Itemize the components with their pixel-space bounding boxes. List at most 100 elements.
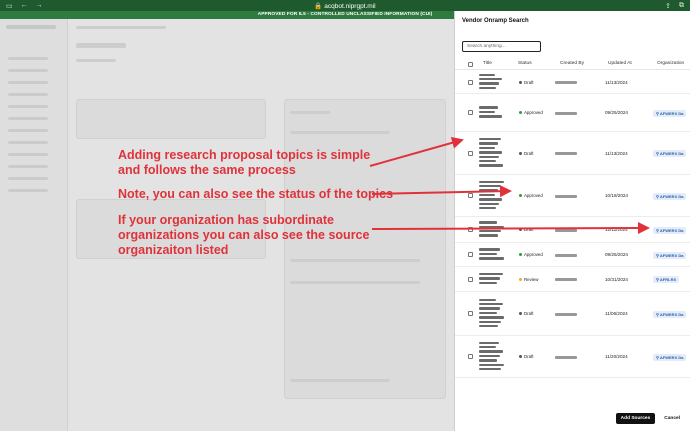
organization-badge: ⚲ AFWERX Da [653, 226, 687, 234]
organization-badge: ⚲ AFRLRX [653, 276, 680, 283]
drawer-footer: Add Sources Cancel [615, 413, 684, 424]
status-dot-icon [519, 355, 522, 358]
table-row[interactable]: Approved 09/25/2024 ⚲ AFWERX Da [455, 94, 690, 132]
status-label: Review [524, 276, 539, 282]
bg-form-box [76, 99, 266, 139]
organization-badge: ⚲ AFWERX Da [653, 353, 687, 361]
row-title-redacted [479, 248, 505, 261]
bg-line [290, 281, 420, 284]
bg-nav-item [8, 189, 48, 192]
bg-nav-item [8, 177, 48, 180]
row-checkbox[interactable] [468, 311, 473, 316]
row-checkbox[interactable] [468, 150, 473, 156]
creator-redacted [555, 253, 577, 257]
creator-redacted [555, 194, 577, 198]
status-dot-icon [519, 277, 522, 281]
url-text: acqbot.niprgpt.mil [324, 2, 376, 10]
row-checkbox[interactable] [468, 276, 473, 282]
status-label: Draft [524, 79, 534, 85]
table-row[interactable]: Draft 11/13/2024 ⚲ AFWERX Da [455, 132, 690, 175]
table-row[interactable]: Approved 10/18/2024 ⚲ AFWERX Da [455, 175, 690, 217]
status-badge: Review [519, 277, 538, 282]
organization-badge: ⚲ AFWERX Da [653, 310, 687, 318]
row-title-redacted [479, 106, 505, 119]
status-badge: Approved [519, 252, 543, 257]
row-checkbox[interactable] [468, 193, 473, 198]
updated-at: 11/20/2024 [605, 354, 628, 359]
background-logo [6, 25, 56, 29]
share-icon[interactable]: ⇪ [665, 2, 671, 10]
browser-toolbar: ▭ ← → 🔒 acqbot.niprgpt.mil ⇪ ⧉ [0, 0, 690, 11]
status-dot-icon [519, 111, 522, 114]
bg-line [290, 111, 330, 114]
status-label: Approved [524, 252, 543, 257]
bg-breadcrumb [76, 26, 166, 29]
organization-badge: ⚲ AFWERX Da [653, 150, 687, 157]
table-row[interactable]: Draft 11/06/2024 ⚲ AFWERX Da [455, 292, 690, 336]
status-dot-icon [519, 80, 522, 84]
bg-nav-item [8, 165, 48, 168]
annotation-text-3: If your organization has subordinate org… [118, 213, 370, 257]
column-updated-at[interactable]: Updated At [608, 61, 632, 66]
table-row[interactable]: Review 10/31/2024 ⚲ AFRLRX [455, 267, 690, 292]
bg-nav-item [8, 93, 48, 96]
table-row[interactable]: Draft 11/13/2024 [455, 71, 690, 94]
creator-redacted [555, 278, 577, 281]
status-label: Approved [524, 110, 543, 115]
status-badge: Draft [519, 227, 534, 232]
tabs-icon[interactable]: ⧉ [679, 2, 684, 10]
status-dot-icon [519, 228, 522, 231]
organization-label: AFWERX Da [659, 252, 684, 258]
status-badge: Approved [519, 110, 543, 115]
row-title-redacted [479, 272, 505, 286]
select-all-checkbox[interactable] [468, 62, 473, 67]
status-badge: Draft [519, 80, 534, 85]
bg-nav-item [8, 57, 48, 60]
creator-redacted [555, 81, 577, 84]
organization-badge: ⚲ AFWERX Da [653, 109, 687, 117]
column-title[interactable]: Title [483, 61, 492, 66]
status-badge: Approved [519, 193, 543, 198]
creator-redacted [555, 152, 577, 155]
status-dot-icon [519, 151, 522, 155]
table-row[interactable]: Draft 12/11/2024 ⚲ AFWERX Da [455, 217, 690, 243]
add-sources-button[interactable]: Add Sources [615, 413, 656, 424]
status-label: Draft [524, 354, 534, 359]
row-checkbox[interactable] [468, 252, 473, 257]
updated-at: 10/18/2024 [605, 193, 628, 198]
row-checkbox[interactable] [468, 79, 473, 85]
lock-icon: 🔒 [314, 2, 323, 10]
creator-redacted [555, 228, 577, 232]
table-row[interactable]: Draft 11/20/2024 ⚲ AFWERX Da [455, 336, 690, 378]
row-checkbox[interactable] [468, 354, 473, 359]
organization-label: AFWERX Da [659, 151, 684, 156]
search-input[interactable] [462, 41, 541, 52]
cancel-button[interactable]: Cancel [660, 413, 684, 424]
row-title-redacted [479, 138, 505, 169]
row-checkbox[interactable] [468, 110, 473, 115]
status-label: Draft [524, 150, 534, 156]
organization-label: AFWERX Da [659, 354, 684, 360]
bg-nav-item [8, 141, 48, 144]
row-title-redacted [479, 341, 505, 373]
column-status[interactable]: Status [518, 61, 532, 66]
creator-redacted [555, 355, 577, 359]
column-created-by[interactable]: Created By [560, 61, 584, 66]
status-badge: Draft [519, 151, 534, 156]
url-bar[interactable]: 🔒 acqbot.niprgpt.mil [0, 2, 690, 10]
updated-at: 11/13/2024 [605, 150, 628, 156]
row-title-redacted [479, 298, 505, 330]
status-dot-icon [519, 312, 522, 315]
annotation-text-2: Note, you can also see the status of the… [118, 187, 394, 201]
bg-line [76, 59, 116, 62]
table-row[interactable]: Approved 09/25/2024 ⚲ AFWERX Da [455, 243, 690, 267]
updated-at: 12/11/2024 [605, 227, 628, 232]
row-title-redacted [479, 180, 505, 212]
drawer-title: Vendor Onramp Search [462, 18, 529, 24]
bg-nav-item [8, 69, 48, 72]
row-checkbox[interactable] [468, 227, 473, 232]
creator-redacted [555, 312, 577, 316]
annotation-text-1: Adding research proposal topics is simpl… [118, 148, 371, 177]
column-organization[interactable]: Organization [657, 61, 684, 66]
status-badge: Draft [519, 311, 534, 316]
